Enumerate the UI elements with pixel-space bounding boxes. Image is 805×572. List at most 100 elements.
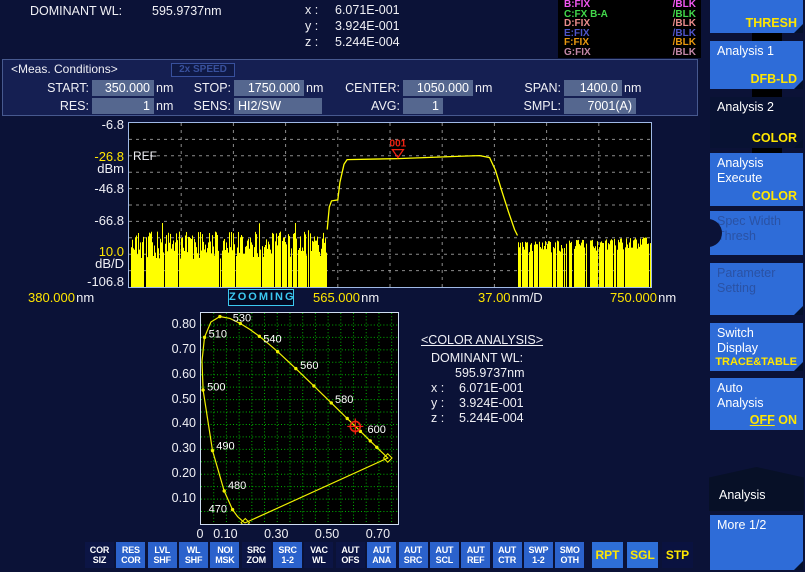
cie-y-tick: 0.40: [160, 416, 196, 430]
spectrum-plot: 001: [128, 122, 652, 288]
meas-conditions-panel: <Meas. Conditions> 2x SPEED START:350.00…: [2, 59, 698, 116]
cie-y-tick: 0.60: [160, 367, 196, 381]
toolbar-button-aut-src[interactable]: AUTSRC: [399, 542, 428, 568]
toolbar-button-swp-1-2[interactable]: SWP1-2: [524, 542, 553, 568]
color-analysis-title: <COLOR ANALYSIS>: [421, 333, 651, 347]
softkey-label: Parameter Setting: [717, 266, 803, 296]
softkey-label: Spec Width Thresh: [717, 214, 803, 244]
speed-badge: 2x SPEED: [171, 63, 235, 77]
meas-field-span: SPAN:1400.0nm: [513, 79, 641, 96]
cie-wavelength-label: 500: [207, 382, 225, 394]
sweep-button-sgl[interactable]: SGL: [627, 542, 658, 568]
toolbar-button-wl-shf[interactable]: WLSHF: [179, 542, 208, 568]
sidebar-section-tab: Analysis: [709, 467, 804, 511]
cie-wavelength-label: 580: [335, 394, 353, 406]
toolbar-button-line2: MSK: [210, 556, 239, 566]
meas-field-unit: nm: [154, 99, 173, 113]
meas-field-value[interactable]: 7001(A): [564, 98, 636, 114]
toolbar-button-aut-ref[interactable]: AUTREF: [461, 542, 490, 568]
spectrum-x-tick-number: 380.000: [28, 290, 75, 305]
softkey-thresh[interactable]: THRESH: [710, 0, 803, 33]
softkey-value: COLOR: [752, 131, 797, 146]
softkey-value: TRACE&TABLE: [715, 356, 797, 369]
meas-field-label: SPAN:: [513, 81, 564, 95]
cie-wavelength-label: 600: [367, 424, 385, 436]
softkey-analysis-1[interactable]: Analysis 1 DFB-LD: [710, 41, 803, 89]
toolbar-button-smo-oth[interactable]: SMOOTH: [555, 542, 584, 568]
meas-conditions-title: <Meas. Conditions>: [11, 62, 118, 76]
meas-field-unit: nm: [154, 81, 173, 95]
softkey-label: More 1/2: [717, 518, 803, 533]
toolbar-button-res-cor[interactable]: RESCOR: [116, 542, 145, 568]
meas-field-label: CENTER:: [336, 81, 403, 95]
softkey-label: Auto Analysis: [717, 381, 803, 411]
sidebar-notch: [752, 89, 782, 97]
toolbar-button-cor-siz[interactable]: CORSIZ: [85, 542, 114, 568]
meas-field-value[interactable]: 350.000: [92, 80, 154, 96]
spectrum-canvas: 001: [129, 123, 651, 287]
softkey-label: Switch Display: [717, 326, 803, 356]
meas-field-value[interactable]: 1: [92, 98, 154, 114]
toolbar-button-aut-ana[interactable]: AUTANA: [367, 542, 396, 568]
softkey-off-option: OFF: [750, 413, 775, 427]
softkey-value: OFF ON: [750, 413, 797, 428]
softkey-switch-display[interactable]: Switch DisplayTRACE&TABLE: [710, 323, 803, 371]
cie-y-tick: 0.30: [160, 441, 196, 455]
sidebar-notch: [752, 33, 782, 41]
softkey-value: DFB-LD: [750, 72, 797, 87]
color-analysis-dominant-value: 595.9737nm: [421, 366, 651, 381]
spectrum-y-tick: -106.8: [0, 274, 124, 289]
chromaticity-plot: 530510540560580600500490480470: [200, 312, 399, 525]
meas-field-avg: AVG:1: [336, 97, 443, 114]
toolbar-button-line2: 1-2: [524, 556, 553, 566]
spectrum-y-tick: -6.8: [0, 117, 124, 132]
cie-y-tick: 0.70: [160, 342, 196, 356]
color-analysis-row: y :3.924E-001: [421, 396, 651, 411]
meas-field-value[interactable]: 1050.000: [403, 80, 473, 96]
meas-field-start: START:350.000nm: [31, 79, 173, 96]
cie-x-tick: 0.50: [309, 527, 345, 541]
xyz-value: 3.924E-001: [335, 19, 400, 33]
toolbar-button-line2: 1-2: [273, 556, 302, 566]
toolbar-button-aut-ofs[interactable]: AUTOFS: [336, 542, 365, 568]
spectrum-x-tick-unit: nm: [75, 290, 94, 305]
toolbar-button-line2: COR: [116, 556, 145, 566]
color-analysis-value: 6.071E-001: [459, 381, 524, 396]
toolbar-button-line2: SHF: [148, 556, 177, 566]
xyz-row: z :5.244E-004: [305, 35, 400, 49]
sweep-button-rpt[interactable]: RPT: [592, 542, 623, 568]
softkey-more[interactable]: More 1/2: [710, 515, 803, 570]
spectrum-marker-triangle-icon: [392, 150, 403, 158]
color-analysis-panel: <COLOR ANALYSIS> DOMINANT WL: 595.9737nm…: [421, 333, 651, 426]
toolbar-button-src-zom[interactable]: SRCZOM: [242, 542, 271, 568]
meas-field-value[interactable]: 1750.000: [234, 80, 304, 96]
toolbar-button-vac-wl[interactable]: VACWL: [304, 542, 333, 568]
toolbar-button-src-1-2[interactable]: SRC1-2: [273, 542, 302, 568]
xyz-row: x :6.071E-001: [305, 3, 400, 17]
meas-field-value[interactable]: 1: [403, 98, 443, 114]
toolbar-button-aut-ctr[interactable]: AUTCTR: [493, 542, 522, 568]
meas-field-label: START:: [31, 81, 92, 95]
sweep-button-stp[interactable]: STP: [662, 542, 693, 568]
softkey-auto-analysis[interactable]: Auto Analysis OFF ON: [710, 378, 803, 430]
softkey-analysis-execute[interactable]: Analysis ExecuteCOLOR: [710, 153, 803, 206]
toolbar-button-aut-scl[interactable]: AUTSCL: [430, 542, 459, 568]
meas-field-unit: nm: [473, 81, 492, 95]
color-analysis-key: y :: [431, 396, 459, 411]
spectrum-x-tick: 380.000 nm: [28, 290, 94, 305]
softkey-label: Analysis 1: [717, 44, 803, 59]
toolbar-button-line2: OFS: [336, 556, 365, 566]
dominant-wl-value: 595.9737nm: [152, 4, 222, 18]
toolbar-button-noi-msk[interactable]: NOIMSK: [210, 542, 239, 568]
meas-field-value[interactable]: HI2/SW: [234, 98, 322, 114]
chromaticity-canvas: 530510540560580600500490480470: [201, 313, 398, 524]
softkey-label: Analysis Execute: [717, 156, 803, 186]
meas-field-value[interactable]: 1400.0: [564, 80, 622, 96]
cie-y-tick: 0.10: [160, 491, 196, 505]
softkey-parameter-setting: Parameter Setting: [710, 263, 803, 315]
softkey-analysis-2[interactable]: Analysis 2COLOR: [710, 97, 803, 148]
spectrum-y-tick: -46.8: [0, 181, 124, 196]
spectrum-x-tick-unit: nm: [360, 290, 379, 305]
toolbar-button-line2: OTH: [555, 556, 584, 566]
toolbar-button-lvl-shf[interactable]: LVLSHF: [148, 542, 177, 568]
